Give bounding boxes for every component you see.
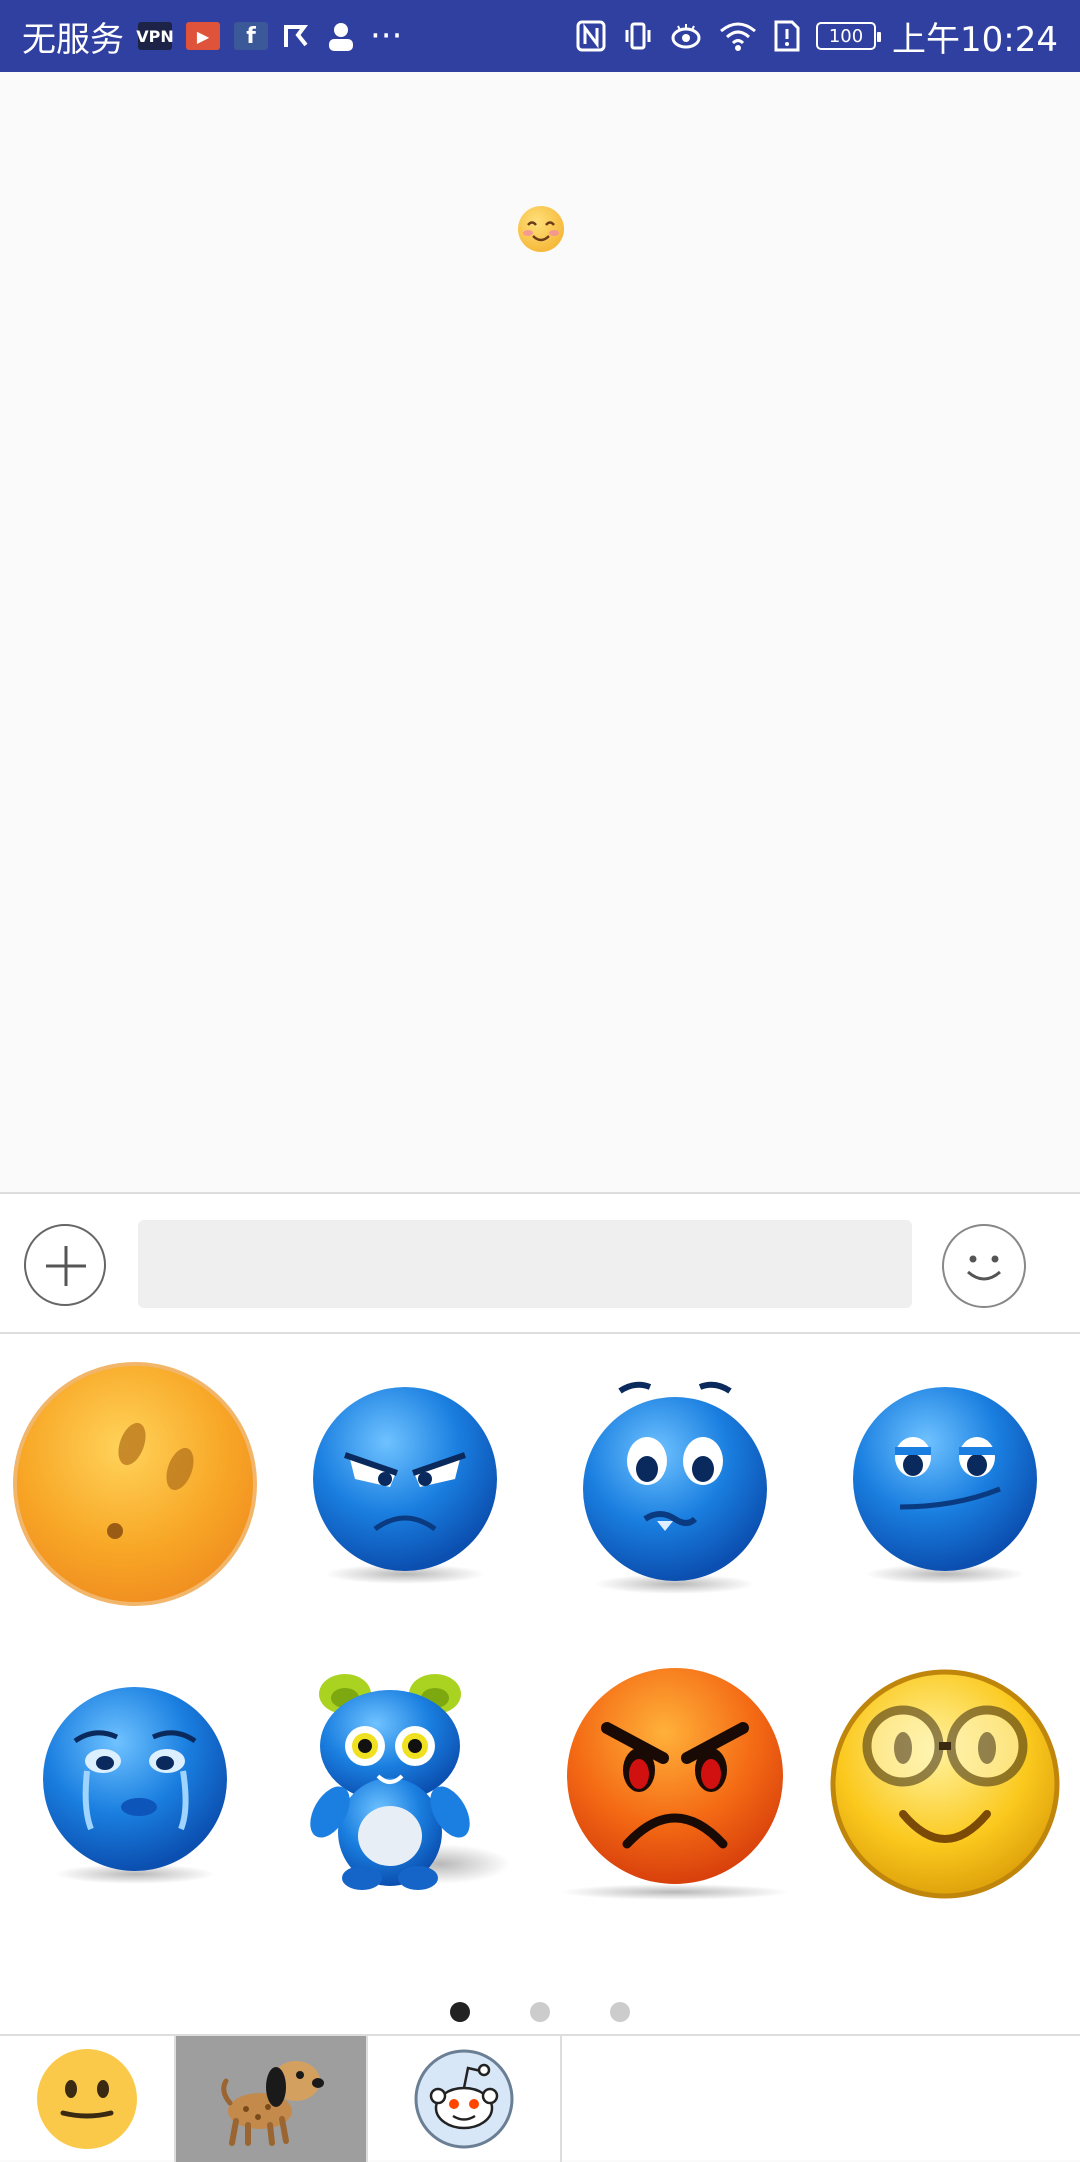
sim-alert-icon [774, 20, 800, 52]
vpn-icon: VPN [136, 22, 174, 50]
plus-icon [46, 1246, 86, 1286]
carrier-label: 无服务 [22, 19, 124, 60]
nfc-icon [576, 20, 606, 52]
tab-yellow-smiley[interactable] [0, 2036, 174, 2162]
status-bar: 无服务 VPN ▶ f ··· 100 上午10:24 [0, 0, 1080, 72]
smiley-outline-icon [967, 1255, 1001, 1281]
smiling-face-blush-icon [518, 206, 564, 252]
message-input[interactable] [138, 1220, 912, 1308]
wifi-icon [718, 20, 758, 52]
blue-angry-face-icon [313, 1387, 497, 1584]
blue-smirk-face-icon [853, 1387, 1037, 1584]
chat-area[interactable] [0, 72, 1080, 1192]
emoji-category-tabs [0, 2034, 1080, 2162]
dog-sticker-icon [221, 2061, 324, 2146]
emoji-toggle-button[interactable] [942, 1224, 1026, 1308]
page-dot-3[interactable] [610, 2002, 630, 2022]
facebook-icon: f [234, 22, 268, 50]
tab-reddit-alien[interactable] [368, 2036, 560, 2162]
emoji-item[interactable] [0, 1634, 270, 1934]
eye-icon [670, 22, 702, 50]
emoji-item[interactable] [0, 1334, 270, 1634]
page-indicator [0, 2002, 1080, 2026]
blue-monster-character-icon [310, 1674, 510, 1890]
reddit-alien-icon [414, 2049, 514, 2149]
input-bar [0, 1192, 1080, 1334]
check-flag-icon [282, 21, 312, 51]
battery-icon: 100 [816, 22, 882, 50]
emoji-panel [0, 1334, 1080, 2034]
yellow-smiley-icon [37, 2049, 137, 2149]
add-attachment-button[interactable] [24, 1224, 106, 1306]
emoji-item[interactable] [810, 1334, 1080, 1634]
emoji-item[interactable] [270, 1334, 540, 1634]
vibrate-icon [622, 20, 654, 52]
page-dot-2[interactable] [530, 2002, 550, 2022]
yellow-glasses-smile-face-icon [830, 1669, 1060, 1899]
page-dot-1[interactable] [450, 2002, 470, 2022]
tab-divider [560, 2036, 562, 2162]
tab-dog-sticker[interactable] [176, 2036, 366, 2162]
emoji-item[interactable] [540, 1334, 810, 1634]
orange-angry-face-icon [560, 1668, 790, 1900]
blue-crying-face-icon [43, 1687, 227, 1884]
battery-level: 100 [828, 25, 864, 47]
video-icon: ▶ [186, 22, 220, 50]
emoji-item[interactable] [540, 1634, 810, 1934]
person-icon [326, 21, 356, 51]
overflow-indicator: ··· [370, 16, 403, 56]
emoji-item[interactable] [810, 1634, 1080, 1934]
orange-surprised-face-icon [13, 1362, 257, 1606]
blue-lip-bite-face-icon [583, 1381, 767, 1594]
emoji-item[interactable] [270, 1634, 540, 1934]
clock: 上午10:24 [892, 19, 1058, 60]
